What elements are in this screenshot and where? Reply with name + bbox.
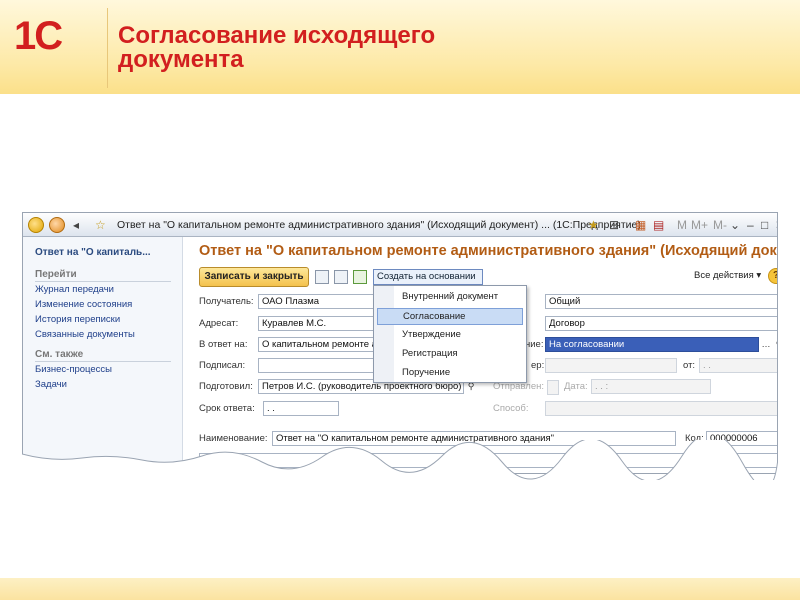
nav-header[interactable]: Ответ на "О капиталь... — [35, 247, 151, 258]
recipient-field[interactable]: ОАО Плазма — [258, 294, 378, 309]
nav-link-related-documents[interactable]: Связанные документы — [35, 329, 135, 340]
deadline-field[interactable]: . . — [263, 401, 339, 416]
create-based-on-menu: Внутренний документ Согласование Утвержд… — [373, 285, 527, 383]
link-icon[interactable]: ⊞ — [609, 217, 619, 233]
menu-item-internal-document[interactable]: Внутренний документ — [377, 289, 523, 306]
slide-title: Согласование исходящего документа — [118, 22, 436, 73]
all-actions-label: Все действия — [694, 270, 754, 281]
close-icon[interactable]: ✕ — [775, 217, 777, 233]
app-window: ◂ ☆ Ответ на "О капитальном ремонте адми… — [22, 212, 778, 474]
create-based-on-label: Создать на основании — [377, 271, 476, 282]
deadline-label: Срок ответа: — [199, 403, 255, 414]
memory-plus-button[interactable]: M+ — [691, 217, 708, 233]
reg-number-label: ер: — [531, 360, 545, 371]
from-label: от: — [683, 360, 696, 371]
sent-date-field: . . : — [591, 379, 711, 394]
nav-link-correspondence-history[interactable]: История переписки — [35, 314, 120, 325]
access-field[interactable]: Общий — [545, 294, 777, 309]
reg-number-field — [545, 358, 677, 373]
save-icon[interactable] — [315, 270, 329, 284]
signed-field[interactable] — [258, 358, 378, 373]
nav-section-see-also: См. также — [35, 349, 84, 360]
form-title: Ответ на "О капитальном ремонте админист… — [199, 243, 778, 259]
export-icon[interactable] — [353, 270, 367, 284]
nav-divider — [35, 281, 171, 282]
write-and-close-button[interactable]: Записать и закрыть — [199, 267, 309, 287]
maximize-icon[interactable]: □ — [761, 217, 768, 233]
window-title: Ответ на "О капитальном ремонте админист… — [117, 219, 641, 231]
reply-to-field[interactable]: О капитальном ремонте ад — [258, 337, 378, 352]
all-actions-menu[interactable]: Все действия ▾ — [694, 270, 761, 281]
recipient-label: Получатель: — [199, 296, 254, 307]
calculator-icon[interactable]: ▦ — [635, 217, 646, 233]
prepared-label: Подготовил: — [199, 381, 253, 392]
slide-footer — [0, 578, 800, 600]
menu-item-confirmation[interactable]: Утверждение — [377, 327, 523, 344]
main-menu-icon[interactable] — [49, 217, 65, 233]
status-label: ние: — [525, 339, 544, 350]
minimize-icon[interactable]: – — [747, 217, 754, 233]
nav-link-state-changes[interactable]: Изменение состояния — [35, 299, 132, 310]
ellipsis-button[interactable]: … — [760, 338, 772, 351]
menu-item-assignment[interactable]: Поручение — [377, 365, 523, 382]
nav-link-tasks[interactable]: Задачи — [35, 379, 67, 390]
nav-link-transfer-log[interactable]: Журнал передачи — [35, 284, 114, 295]
signed-label: Подписал: — [199, 360, 246, 371]
logo-1c: 1С — [14, 14, 63, 58]
navigation-panel: Ответ на "О капиталь... Перейти Журнал п… — [23, 237, 183, 473]
star-icon[interactable]: ☆ — [95, 217, 106, 233]
memory-m-button[interactable]: M — [677, 217, 687, 233]
dropdown-arrow-icon[interactable]: ⌄ — [730, 217, 740, 233]
from-date-field: . . — [699, 358, 777, 373]
reply-to-label: В ответ на: — [199, 339, 248, 350]
back-icon[interactable]: ◂ — [73, 217, 79, 233]
app-menu-icon[interactable] — [28, 217, 44, 233]
menu-item-registration[interactable]: Регистрация — [377, 346, 523, 363]
addressee-label: Адресат: — [199, 318, 239, 329]
sent-checkbox — [547, 380, 559, 395]
header-divider — [107, 8, 108, 88]
calendar-icon[interactable]: ▤ — [653, 217, 664, 233]
nav-divider — [35, 361, 171, 362]
addressee-field[interactable]: Куравлев М.С. — [258, 316, 378, 331]
method-field — [545, 401, 777, 416]
torn-edge — [22, 440, 778, 480]
chevron-down-icon: ▾ — [756, 270, 762, 281]
status-field[interactable]: На согласовании — [545, 337, 759, 352]
doc-type-field[interactable]: Договор — [545, 316, 777, 331]
create-based-on-button[interactable]: Создать на основании ▾ — [373, 269, 483, 296]
memory-minus-button[interactable]: M- — [713, 217, 727, 233]
favorite-icon[interactable]: ★ — [588, 217, 599, 233]
menu-item-approval[interactable]: Согласование — [377, 308, 523, 325]
date-label: Дата: — [564, 381, 588, 392]
nav-link-business-processes[interactable]: Бизнес-процессы — [35, 364, 112, 375]
method-label: Способ: — [493, 403, 529, 414]
slide-header: 1С Согласование исходящего документа — [0, 0, 800, 94]
search-icon[interactable]: ⚲ — [773, 338, 777, 351]
window-titlebar: ◂ ☆ Ответ на "О капитальном ремонте адми… — [23, 213, 777, 237]
help-icon[interactable]: ? — [768, 268, 777, 284]
nav-section-go: Перейти — [35, 269, 77, 280]
post-icon[interactable] — [334, 270, 348, 284]
